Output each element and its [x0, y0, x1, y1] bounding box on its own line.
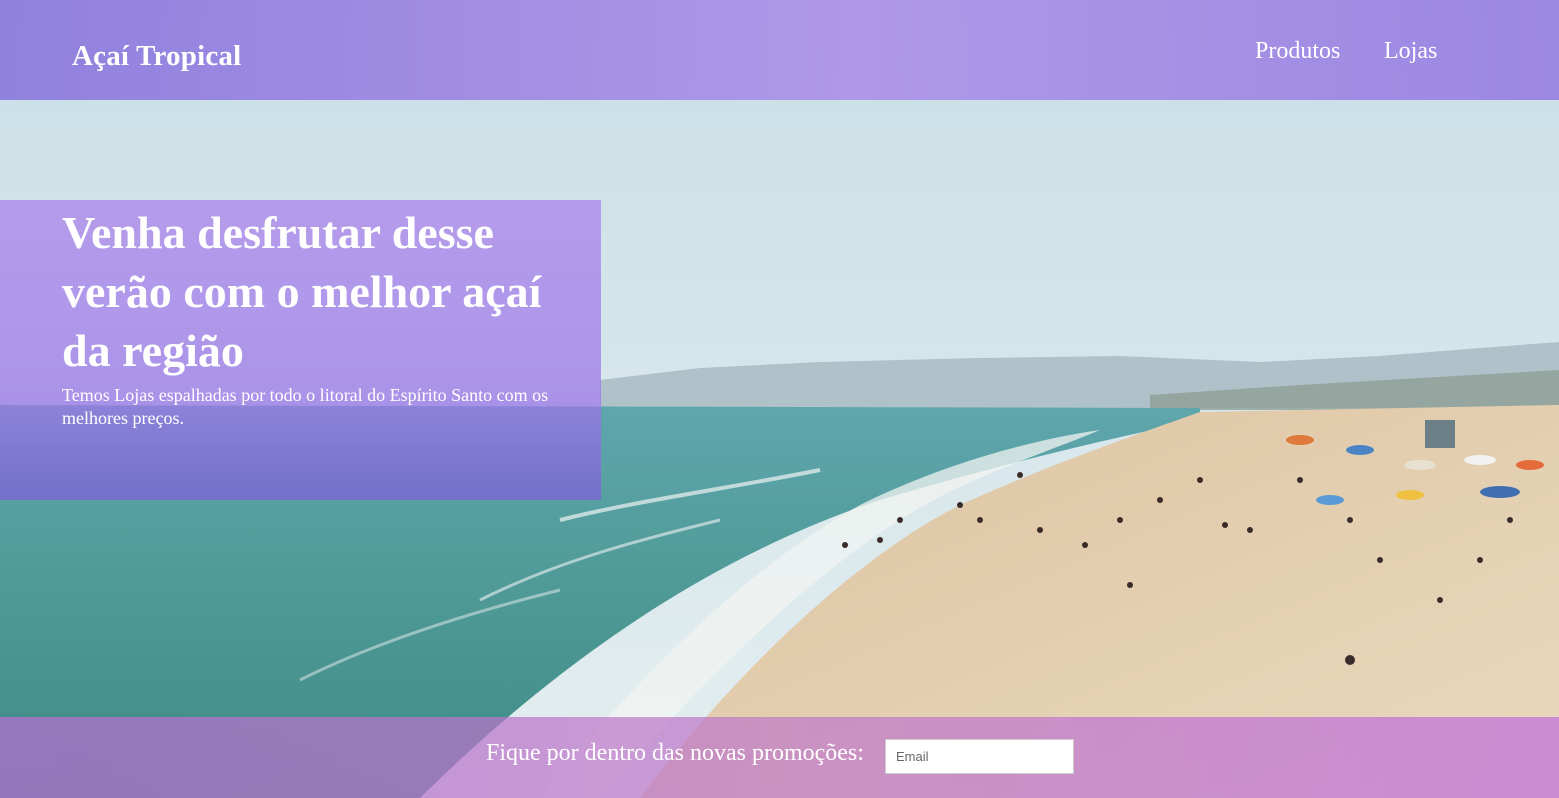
email-input[interactable] [885, 739, 1074, 774]
hero-title: Venha desfrutar desse verão com o melhor… [62, 207, 542, 376]
hero-subtitle: Temos Lojas espalhadas por todo o litora… [62, 385, 549, 428]
top-navigation-bar: Açaí Tropical Produtos Lojas [0, 0, 1559, 100]
nav-link-produtos[interactable]: Produtos [1255, 38, 1340, 65]
newsletter-label: Fique por dentro das novas promoções: [486, 740, 864, 766]
brand-logo-text[interactable]: Açaí Tropical [72, 40, 241, 73]
nav-link-lojas[interactable]: Lojas [1384, 38, 1437, 65]
